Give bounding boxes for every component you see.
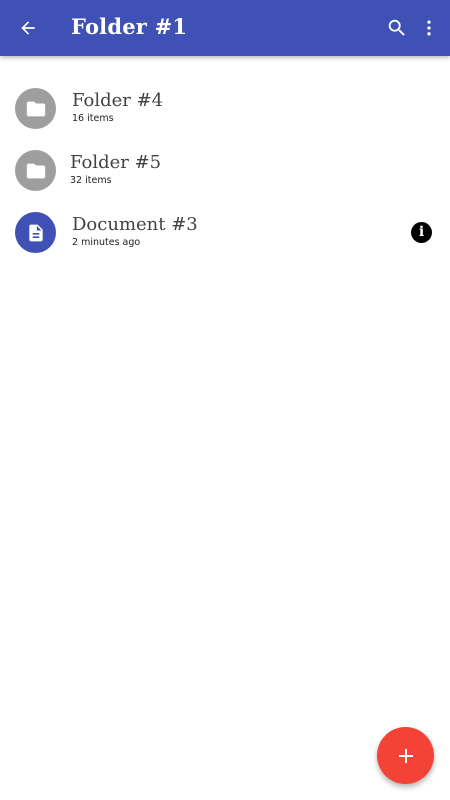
item-title: Folder #5 bbox=[70, 152, 162, 173]
arrow-back-icon bbox=[21, 21, 35, 35]
item-title: Document #3 bbox=[72, 214, 198, 235]
list-item-folder-5[interactable]: Folder #5 32 items bbox=[0, 139, 450, 201]
back-button[interactable] bbox=[14, 14, 42, 42]
info-icon[interactable]: i bbox=[411, 222, 432, 243]
more-options-button[interactable] bbox=[417, 14, 441, 42]
folder-avatar bbox=[15, 88, 56, 129]
search-icon bbox=[388, 19, 405, 36]
document-icon bbox=[28, 224, 43, 241]
folder-icon bbox=[26, 101, 45, 116]
item-subtitle: 2 minutes ago bbox=[72, 237, 141, 248]
item-subtitle: 16 items bbox=[72, 113, 114, 124]
app-bar: Folder #1 bbox=[0, 0, 450, 56]
item-title: Folder #4 bbox=[72, 90, 164, 111]
page-title: Folder #1 bbox=[71, 14, 188, 39]
document-avatar bbox=[15, 212, 56, 253]
folder-avatar bbox=[15, 150, 56, 191]
folder-icon bbox=[26, 163, 45, 178]
item-subtitle: 32 items bbox=[70, 175, 112, 186]
list-item-folder-4[interactable]: Folder #4 16 items bbox=[0, 77, 450, 139]
more-vert-icon bbox=[427, 20, 431, 36]
list-item-document-3[interactable]: Document #3 2 minutes ago i bbox=[0, 201, 450, 263]
add-fab-button[interactable] bbox=[377, 727, 434, 784]
search-button[interactable] bbox=[383, 14, 411, 42]
add-icon bbox=[398, 748, 413, 763]
